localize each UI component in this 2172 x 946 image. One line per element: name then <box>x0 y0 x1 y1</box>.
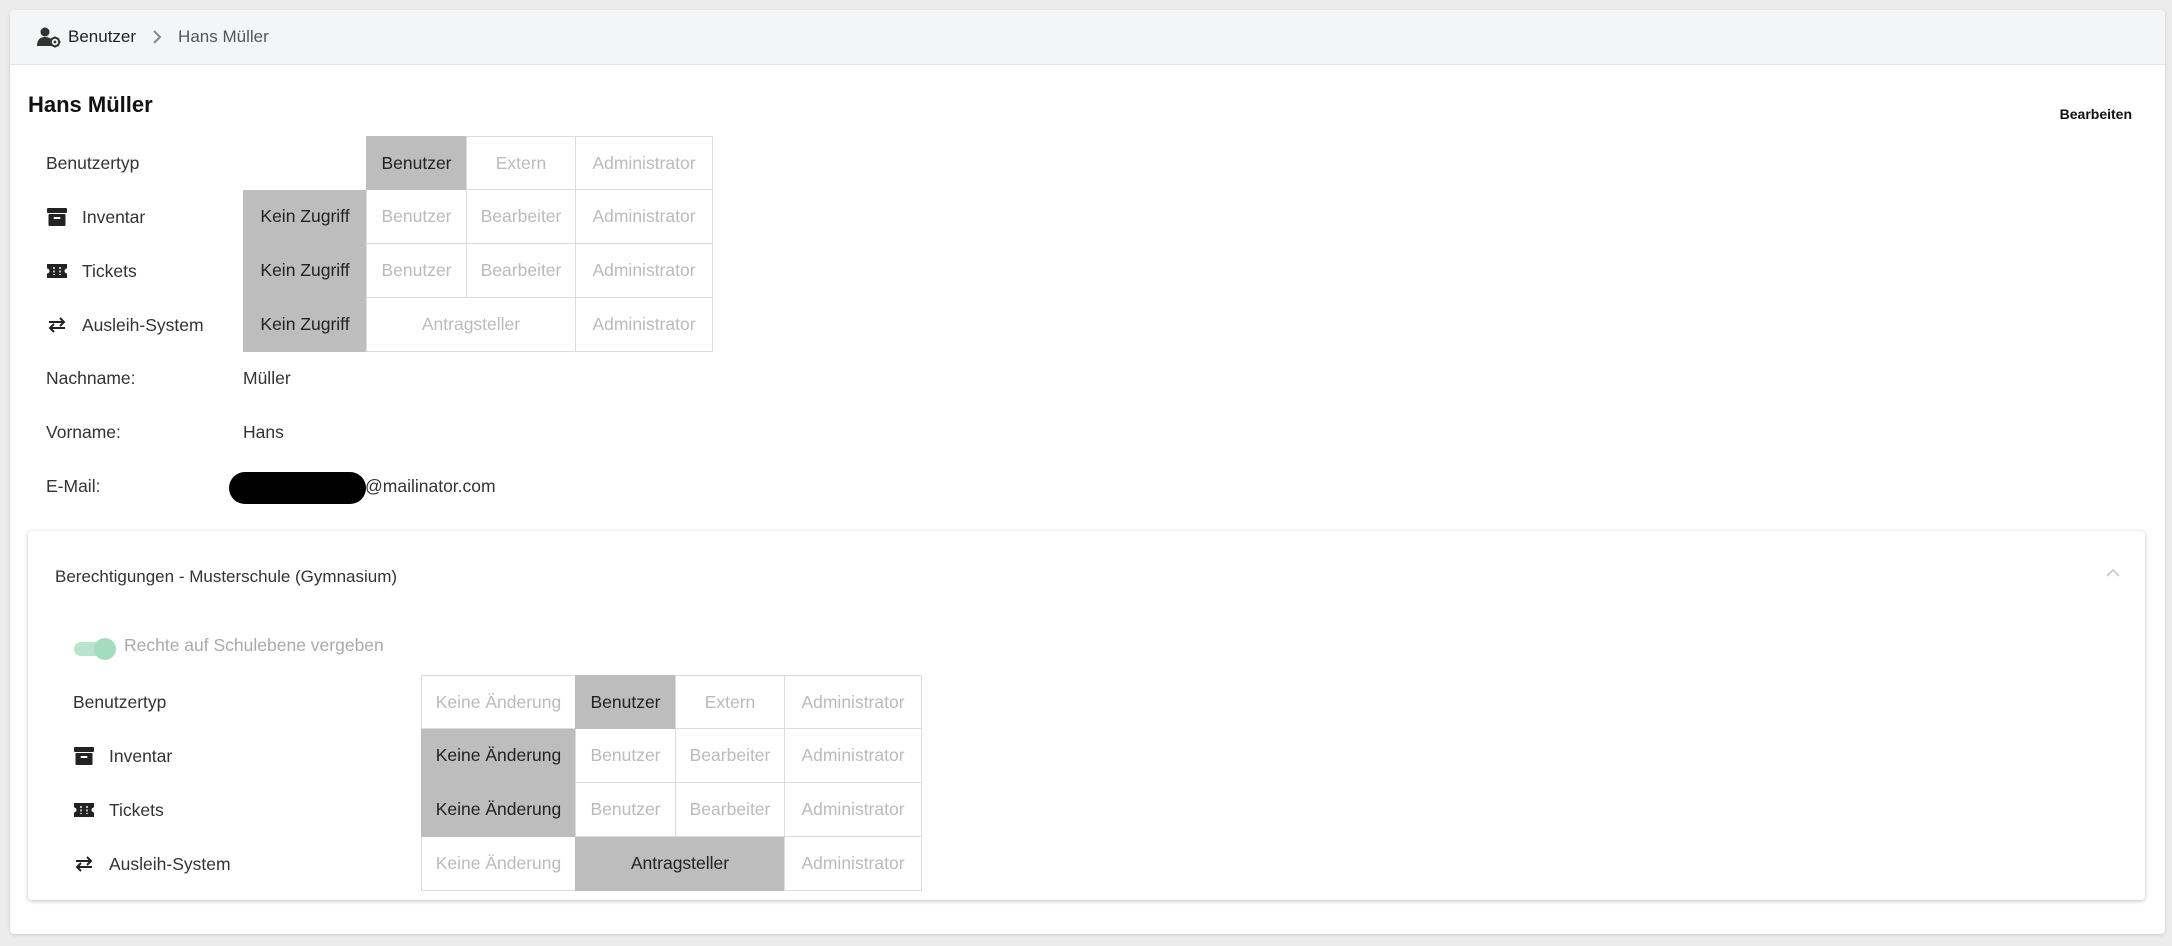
ticket-icon <box>73 799 95 821</box>
user-type-option-extern[interactable]: Extern <box>466 136 575 190</box>
swap-arrows-icon <box>73 853 95 875</box>
email-domain: @mailinator.com <box>365 476 496 496</box>
edit-button[interactable]: Bearbeiten <box>2060 106 2132 122</box>
inventory-option-bearbeiter[interactable]: Bearbeiter <box>466 190 575 244</box>
archive-box-icon <box>73 745 95 767</box>
user-type-selector: Benutzer Extern Administrator <box>366 136 713 190</box>
perm-tickets-option-administrator[interactable]: Administrator <box>784 783 922 837</box>
perm-lending-option-keine-aenderung[interactable]: Keine Änderung <box>421 837 575 891</box>
lastname-value: Müller <box>243 368 291 388</box>
inventory-option-kein-zugriff[interactable]: Kein Zugriff <box>243 190 366 244</box>
inventory-option-benutzer[interactable]: Benutzer <box>366 190 466 244</box>
main-card: Benutzer Hans Müller Hans Müller Bearbei… <box>10 10 2165 934</box>
perm-tickets-label: Tickets <box>73 783 164 837</box>
firstname-value: Hans <box>243 422 284 442</box>
lending-option-administrator[interactable]: Administrator <box>575 298 713 352</box>
perm-inventory-option-bearbeiter[interactable]: Bearbeiter <box>675 729 784 783</box>
perm-user-type-option-benutzer[interactable]: Benutzer <box>575 675 675 729</box>
perm-user-type-option-extern[interactable]: Extern <box>675 675 784 729</box>
permissions-panel: Berechtigungen - Musterschule (Gymnasium… <box>28 531 2145 900</box>
user-type-label: Benutzertyp <box>46 136 139 190</box>
perm-tickets-option-bearbeiter[interactable]: Bearbeiter <box>675 783 784 837</box>
page-title: Hans Müller <box>28 92 153 117</box>
permissions-panel-title[interactable]: Berechtigungen - Musterschule (Gymnasium… <box>55 567 397 587</box>
tickets-option-kein-zugriff[interactable]: Kein Zugriff <box>243 244 366 298</box>
perm-lending-label: Ausleih-System <box>73 837 231 891</box>
email-redaction <box>229 472 366 504</box>
swap-arrows-icon <box>46 314 68 336</box>
perm-lending-option-antragsteller[interactable]: Antragsteller <box>575 837 784 891</box>
perm-inventory-option-benutzer[interactable]: Benutzer <box>575 729 675 783</box>
perm-lending-label-text: Ausleih-System <box>109 853 231 874</box>
perm-tickets-selector: Keine Änderung Benutzer Bearbeiter Admin… <box>421 783 922 837</box>
tickets-option-administrator[interactable]: Administrator <box>575 244 713 298</box>
user-type-label-text: Benutzertyp <box>46 152 140 173</box>
inventory-option-administrator[interactable]: Administrator <box>575 190 713 244</box>
lending-option-antragsteller[interactable]: Antragsteller <box>366 298 575 352</box>
perm-user-type-option-keine-aenderung[interactable]: Keine Änderung <box>421 675 575 729</box>
firstname-label: Vorname: <box>46 422 121 442</box>
perm-tickets-label-text: Tickets <box>109 799 164 820</box>
perm-tickets-option-benutzer[interactable]: Benutzer <box>575 783 675 837</box>
perm-user-type-option-administrator[interactable]: Administrator <box>784 675 922 729</box>
ticket-icon <box>46 260 68 282</box>
perm-inventory-label-text: Inventar <box>109 745 173 766</box>
perm-lending-selector: Keine Änderung Antragsteller Administrat… <box>421 837 922 891</box>
tickets-selector: Kein Zugriff Benutzer Bearbeiter Adminis… <box>243 244 713 298</box>
perm-inventory-label: Inventar <box>73 729 172 783</box>
inventory-label-text: Inventar <box>82 206 146 227</box>
lending-option-kein-zugriff[interactable]: Kein Zugriff <box>243 298 366 352</box>
archive-box-icon <box>46 206 68 228</box>
email-label: E-Mail: <box>46 476 101 496</box>
chevron-right-icon <box>152 29 162 45</box>
perm-lending-option-administrator[interactable]: Administrator <box>784 837 922 891</box>
perm-inventory-option-administrator[interactable]: Administrator <box>784 729 922 783</box>
perm-user-type-selector: Keine Änderung Benutzer Extern Administr… <box>421 675 922 729</box>
toggle-knob <box>94 638 116 660</box>
breadcrumb: Benutzer Hans Müller <box>10 10 2165 65</box>
breadcrumb-root-link[interactable]: Benutzer <box>68 27 136 47</box>
inventory-label: Inventar <box>46 190 145 244</box>
user-cog-icon <box>34 22 64 52</box>
school-rights-toggle[interactable] <box>74 638 116 660</box>
breadcrumb-current: Hans Müller <box>178 27 269 46</box>
lastname-label: Nachname: <box>46 368 136 388</box>
tickets-option-bearbeiter[interactable]: Bearbeiter <box>466 244 575 298</box>
tickets-label-text: Tickets <box>82 260 137 281</box>
perm-inventory-selector: Keine Änderung Benutzer Bearbeiter Admin… <box>421 729 922 783</box>
perm-user-type-label-text: Benutzertyp <box>73 691 167 712</box>
tickets-option-benutzer[interactable]: Benutzer <box>366 244 466 298</box>
school-rights-toggle-label: Rechte auf Schulebene vergeben <box>124 635 384 655</box>
perm-inventory-option-keine-aenderung[interactable]: Keine Änderung <box>421 729 575 783</box>
perm-user-type-label: Benutzertyp <box>73 675 166 729</box>
inventory-selector: Kein Zugriff Benutzer Bearbeiter Adminis… <box>243 190 713 244</box>
perm-tickets-option-keine-aenderung[interactable]: Keine Änderung <box>421 783 575 837</box>
lending-label: Ausleih-System <box>46 298 204 352</box>
chevron-up-icon[interactable] <box>2103 563 2123 583</box>
user-type-option-administrator[interactable]: Administrator <box>575 136 713 190</box>
user-type-option-benutzer[interactable]: Benutzer <box>366 136 466 190</box>
lending-label-text: Ausleih-System <box>82 314 204 335</box>
tickets-label: Tickets <box>46 244 137 298</box>
lending-selector: Kein Zugriff Antragsteller Administrator <box>243 298 713 352</box>
